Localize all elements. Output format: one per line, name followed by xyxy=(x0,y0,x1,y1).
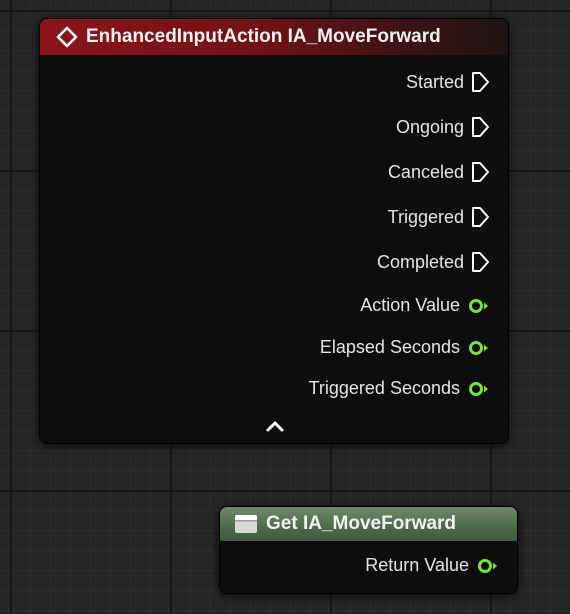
data-pin-icon[interactable] xyxy=(468,340,490,356)
pin-label: Completed xyxy=(376,251,464,272)
pin-label: Started xyxy=(405,71,464,92)
pin-label: Triggered xyxy=(387,206,464,227)
pin-label: Elapsed Seconds xyxy=(319,337,460,357)
get-node-title: Get IA_MoveForward xyxy=(266,513,457,534)
data-pin-return-value[interactable]: Return Value xyxy=(365,555,499,576)
get-node-header[interactable]: Get IA_MoveForward xyxy=(220,507,517,541)
exec-pin-canceled[interactable]: Canceled xyxy=(388,161,490,183)
exec-pin-icon[interactable] xyxy=(470,116,490,138)
pin-label: Return Value xyxy=(365,555,469,575)
chevron-up-icon[interactable] xyxy=(264,419,286,433)
data-pin-icon[interactable] xyxy=(477,558,499,574)
event-node-title: EnhancedInputAction IA_MoveForward xyxy=(86,26,441,47)
exec-pin-icon[interactable] xyxy=(470,251,490,273)
pin-label: Triggered Seconds xyxy=(308,378,460,398)
enhanced-input-action-node[interactable]: EnhancedInputAction IA_MoveForward Start… xyxy=(39,18,509,444)
exec-pin-ongoing[interactable]: Ongoing xyxy=(396,116,490,138)
exec-pin-completed[interactable]: Completed xyxy=(377,251,490,273)
exec-pin-triggered[interactable]: Triggered xyxy=(388,206,490,228)
get-variable-node[interactable]: Get IA_MoveForward Return Value xyxy=(219,506,518,594)
data-pin-triggered-seconds[interactable]: Triggered Seconds xyxy=(309,378,490,399)
exec-pin-icon[interactable] xyxy=(470,71,490,93)
exec-pin-icon[interactable] xyxy=(470,206,490,228)
pin-label: Canceled xyxy=(387,161,464,182)
variable-icon xyxy=(235,515,257,533)
data-pin-elapsed-seconds[interactable]: Elapsed Seconds xyxy=(320,337,490,358)
exec-pin-started[interactable]: Started xyxy=(406,71,490,93)
event-node-header[interactable]: EnhancedInputAction IA_MoveForward xyxy=(40,19,508,55)
exec-pin-icon[interactable] xyxy=(470,161,490,183)
event-diamond-icon xyxy=(56,26,78,48)
pin-label: Action Value xyxy=(360,295,460,315)
data-pin-icon[interactable] xyxy=(468,298,490,314)
pin-label: Ongoing xyxy=(395,116,464,137)
data-pin-action-value[interactable]: Action Value xyxy=(360,295,490,316)
data-pin-icon[interactable] xyxy=(468,381,490,397)
